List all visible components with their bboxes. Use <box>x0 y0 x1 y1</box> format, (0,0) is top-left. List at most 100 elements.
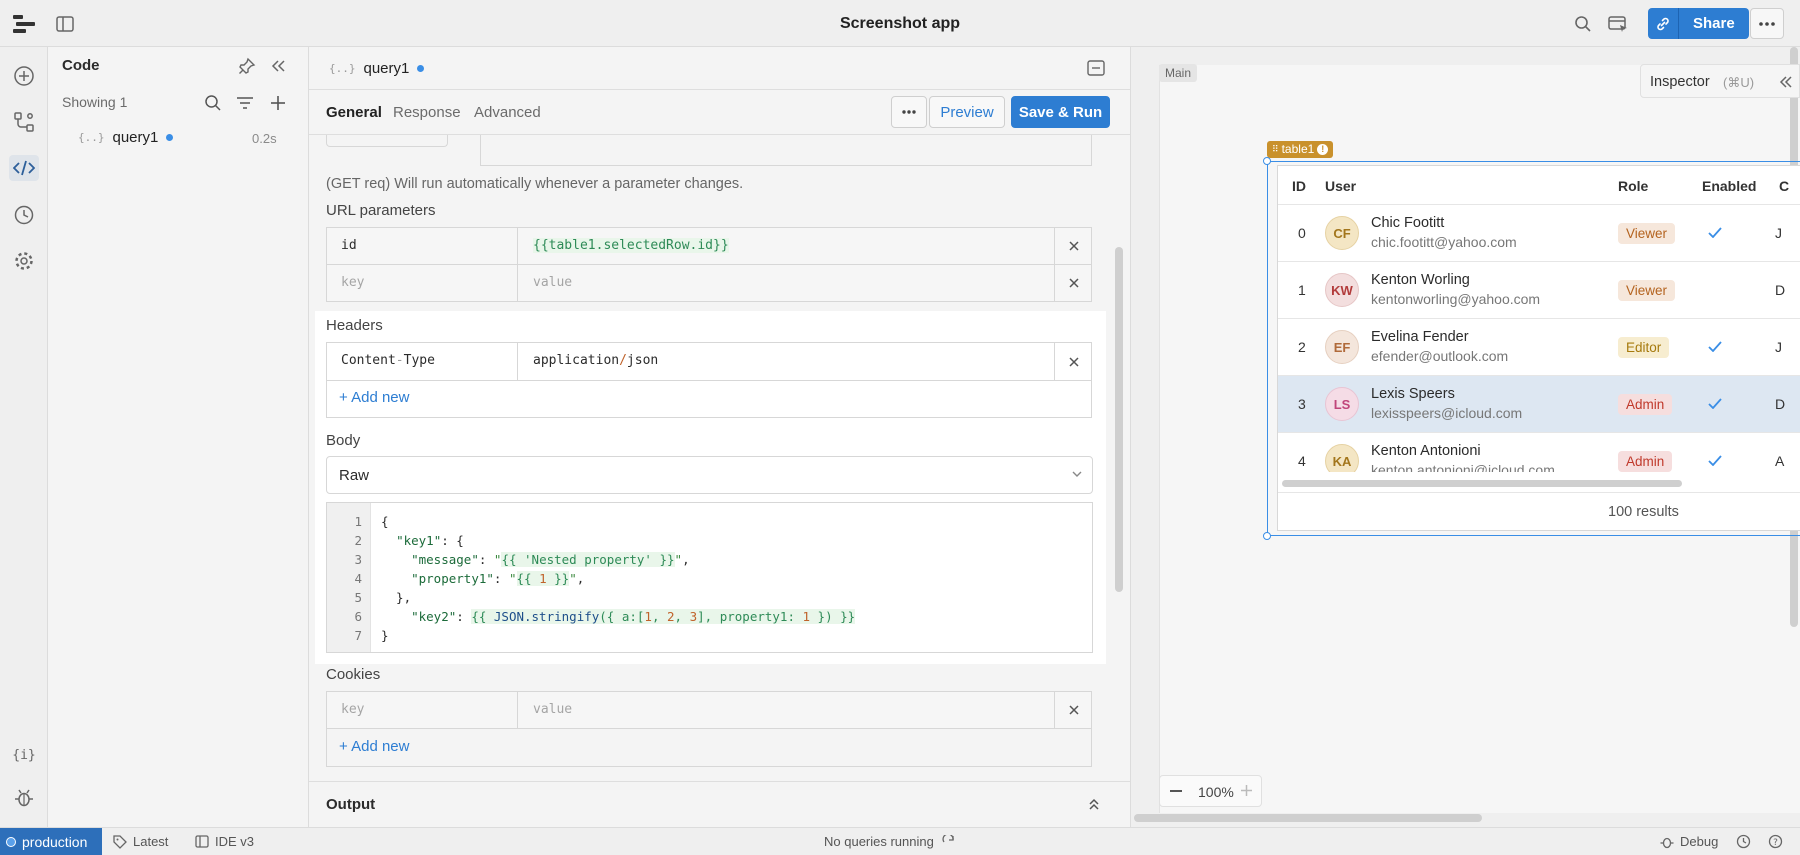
search-icon[interactable] <box>1572 13 1594 35</box>
search-queries-icon[interactable] <box>204 94 222 112</box>
line-number: 1 <box>354 514 362 529</box>
table-row-selected[interactable]: 3 LS Lexis Speers lexisspeers@icloud.com… <box>1278 375 1800 432</box>
column-header-id[interactable]: ID <box>1292 178 1306 194</box>
add-query-icon[interactable] <box>269 94 287 112</box>
table1-tag[interactable]: ⠿ table1 ! <box>1267 141 1334 158</box>
avatar: KA <box>1325 444 1359 472</box>
pin-icon[interactable] <box>238 57 256 75</box>
ide-version[interactable]: IDE v3 <box>195 834 254 849</box>
cookie-value-placeholder[interactable]: value <box>519 692 1055 728</box>
header-value[interactable]: application/json <box>519 343 1055 380</box>
user-name: Lexis Speers <box>1371 386 1455 402</box>
role-badge: Admin <box>1618 451 1673 472</box>
canvas-h-scrollbar[interactable] <box>1134 814 1482 822</box>
layout-icon <box>195 835 209 848</box>
bug-icon <box>1660 837 1674 848</box>
history-icon[interactable] <box>11 202 37 228</box>
remove-header-icon[interactable] <box>1056 343 1091 380</box>
url-param-key-placeholder[interactable]: key <box>327 265 518 301</box>
enabled-check-icon <box>1708 341 1722 352</box>
filter-icon[interactable] <box>236 96 254 110</box>
table-row[interactable]: 4 KA Kenton Antonioni kenton.antonioni@i… <box>1278 432 1800 472</box>
truncated-cell: D <box>1775 282 1786 298</box>
line-number: 4 <box>354 571 362 586</box>
preview-app-icon[interactable] <box>1607 13 1629 35</box>
table-h-scrollbar[interactable] <box>1282 480 1682 487</box>
tab-advanced[interactable]: Advanced <box>474 104 541 121</box>
user-email: efender@outlook.com <box>1371 348 1509 364</box>
remove-param-icon[interactable] <box>1056 228 1091 264</box>
expand-inspector-icon <box>1779 75 1793 89</box>
line-number: 6 <box>354 609 362 624</box>
table1-tag-label: table1 <box>1281 142 1315 156</box>
debug-button[interactable]: Debug <box>1660 834 1718 849</box>
state-variables-icon[interactable]: {i} <box>11 741 37 767</box>
more-options-button[interactable] <box>1750 8 1784 39</box>
column-header-role[interactable]: Role <box>1618 178 1648 194</box>
column-header-enabled[interactable]: Enabled <box>1702 178 1756 194</box>
header-key[interactable]: Content-Type <box>327 343 518 380</box>
editor-scrollbar[interactable] <box>1115 247 1123 592</box>
minimize-editor-icon[interactable] <box>1087 60 1105 76</box>
retool-logo-icon[interactable] <box>12 13 36 35</box>
table-row[interactable]: 1 KW Kenton Worling kentonworling@yahoo.… <box>1278 261 1800 318</box>
expand-output-icon[interactable] <box>1087 797 1101 811</box>
row-id: 2 <box>1298 339 1306 355</box>
url-param-key[interactable]: id <box>327 228 518 264</box>
settings-gear-icon[interactable] <box>11 248 37 274</box>
column-header-c[interactable]: C <box>1779 178 1789 194</box>
add-component-icon[interactable] <box>11 63 37 89</box>
code-icon[interactable] <box>9 155 39 181</box>
query-list-item[interactable]: {..} query1 <box>78 129 174 146</box>
url-input-partial[interactable] <box>480 135 1092 166</box>
output-section[interactable]: Output <box>309 781 1130 827</box>
query-run-time: 0.2s <box>252 131 277 146</box>
body-code-editor[interactable]: 1 2 3 4 5 6 7 { "key1": { "message": "{{… <box>326 502 1093 653</box>
url-param-value-placeholder[interactable]: value <box>519 265 1055 301</box>
save-run-button[interactable]: Save & Run <box>1011 96 1110 128</box>
tab-general[interactable]: General <box>326 104 382 121</box>
column-header-user[interactable]: User <box>1325 178 1356 194</box>
debug-bug-icon[interactable] <box>11 785 37 811</box>
zoom-out-icon[interactable] <box>1170 790 1182 792</box>
output-label: Output <box>326 796 376 813</box>
history-icon[interactable] <box>1736 834 1751 849</box>
cookie-row: key value <box>326 691 1092 729</box>
copy-link-icon[interactable] <box>1648 8 1679 39</box>
resize-handle[interactable] <box>1263 532 1271 540</box>
cookie-key-placeholder[interactable]: key <box>327 692 518 728</box>
svg-text:{i}: {i} <box>13 748 35 763</box>
remove-param-icon[interactable] <box>1056 265 1091 301</box>
svg-text:?: ? <box>1773 838 1778 848</box>
table-row[interactable]: 0 CF Chic Footitt chic.footitt@yahoo.com… <box>1278 204 1800 261</box>
help-icon[interactable]: ? <box>1768 834 1783 849</box>
share-button[interactable]: Share <box>1679 8 1749 39</box>
sidebar-toggle-icon[interactable] <box>54 13 76 35</box>
url-param-value[interactable]: {{table1.selectedRow.id}} <box>519 228 1055 264</box>
query-more-button[interactable] <box>891 96 927 128</box>
editor-tab-query1[interactable]: {..} query1 <box>329 60 425 77</box>
code-panel-title: Code <box>62 57 100 74</box>
environment-badge[interactable]: production <box>0 828 102 855</box>
add-cookie-button[interactable]: + Add new <box>339 738 409 755</box>
release-version[interactable]: Latest <box>113 834 168 849</box>
method-select-partial[interactable] <box>326 135 448 147</box>
table-row[interactable]: 2 EF Evelina Fender efender@outlook.com … <box>1278 318 1800 375</box>
add-header-button[interactable]: + Add new <box>339 389 409 406</box>
enabled-check-icon <box>1708 398 1722 409</box>
resize-handle[interactable] <box>1263 157 1271 165</box>
code-line: "message": "{{ 'Nested property' }}", <box>411 552 690 567</box>
table-footer: 100 results <box>1278 492 1800 532</box>
truncated-cell: J <box>1775 339 1782 355</box>
component-tree-icon[interactable] <box>11 109 37 135</box>
body-type-select[interactable]: Raw <box>326 456 1093 494</box>
collapse-panel-icon[interactable] <box>270 58 286 74</box>
remove-cookie-icon[interactable] <box>1056 692 1091 728</box>
inspector-toggle[interactable]: Inspector (⌘U) <box>1640 64 1800 98</box>
showing-count: Showing 1 <box>62 94 128 110</box>
results-count: 100 results <box>1608 504 1679 520</box>
tab-response[interactable]: Response <box>393 104 461 121</box>
preview-button[interactable]: Preview <box>929 96 1005 128</box>
main-frame-tag[interactable]: Main <box>1159 64 1198 82</box>
zoom-in-icon[interactable] <box>1240 784 1253 797</box>
